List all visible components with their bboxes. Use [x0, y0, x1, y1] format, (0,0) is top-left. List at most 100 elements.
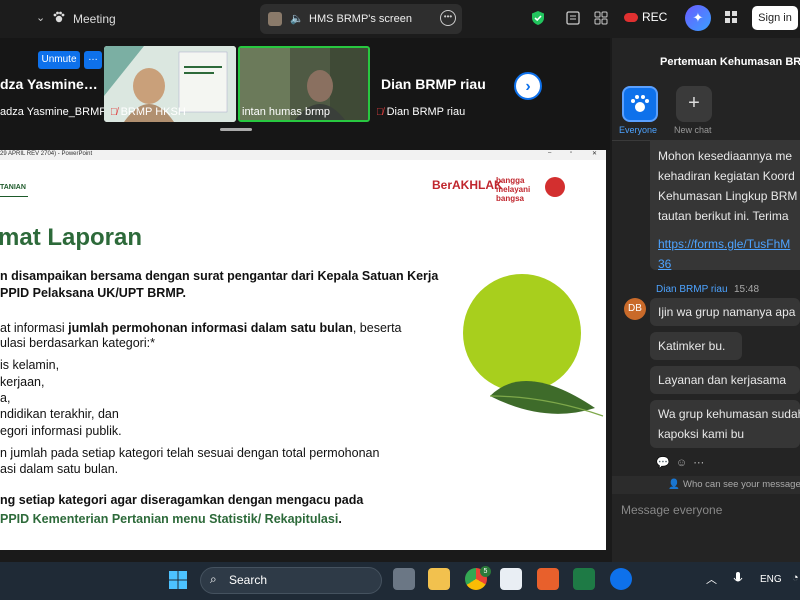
everyone-label: Everyone	[619, 125, 658, 135]
chat-message: Wa grup kehumasan sudah kapoksi kami bu	[650, 400, 800, 448]
message-visibility-bar[interactable]: 👤 Who can see your message	[612, 476, 800, 494]
close-icon[interactable]: ✕	[592, 150, 597, 157]
chat-title: Pertemuan Kehumasan BRM	[660, 56, 800, 68]
meeting-label[interactable]: Meeting	[73, 12, 116, 26]
strip-resize-handle[interactable]	[220, 128, 252, 131]
message-placeholder: Message everyone	[621, 503, 723, 517]
new-chat-label: New chat	[674, 125, 712, 135]
message-line: Wa grup kehumasan sudah	[658, 407, 800, 421]
slide-text-line: egori informasi publik.	[0, 424, 122, 438]
paw-icon	[631, 95, 649, 112]
chat-message: Layanan dan kerjasama	[650, 366, 800, 394]
message-actions: 💬 ☺ ⋯	[656, 456, 704, 469]
shield-icon[interactable]	[530, 10, 546, 26]
window-title: 29 APRIL REV 2704) - PowerPoint	[0, 151, 93, 157]
chat-message: Ijin wa grup namanya apa	[650, 298, 800, 326]
slide-text-line: at informasi jumlah permohonan informasi…	[0, 319, 402, 337]
text-span: PPID Kementerian Pertanian menu Statisti…	[0, 512, 339, 526]
speaker-icon: 🔈	[290, 13, 304, 25]
screen-share-label: HMS BRMP's screen	[309, 13, 412, 25]
wifi-icon[interactable]: ◔	[792, 572, 799, 584]
logo-underline	[0, 196, 28, 197]
slide-text-line: ndidikan terakhir, dan	[0, 407, 119, 421]
windows-start-icon[interactable]	[168, 570, 188, 590]
unmute-button[interactable]: Unmute	[38, 51, 80, 69]
more-icon[interactable]: ⋯	[693, 457, 704, 469]
participant-label: 🎙̸ Dian BRMP riau	[376, 106, 465, 118]
slide-text-line: a,	[0, 391, 11, 405]
message-line: Kehumasan Lingkup BRM	[658, 189, 798, 203]
text-span: , beserta	[352, 321, 402, 335]
text-span: .	[338, 512, 342, 526]
chevron-up-icon[interactable]: ︿	[706, 571, 717, 587]
apps-icon[interactable]	[593, 10, 609, 26]
notification-badge: 5	[480, 566, 491, 577]
emblem-icon	[545, 177, 565, 197]
slide-text-line: is kelamin,	[0, 358, 60, 372]
ministry-logo-text: TANIAN	[0, 184, 26, 191]
microphone-icon[interactable]	[733, 572, 743, 586]
slide-text-line: ng setiap kategori agar diseragamkan den…	[0, 493, 364, 507]
recording-indicator[interactable]: REC	[624, 10, 667, 24]
participant-label: 🎙̸ BRMP HKSH	[110, 106, 186, 118]
form-link[interactable]: https://forms.gle/TusFhM	[658, 234, 792, 254]
text-span: jumlah permohonan informasi dalam satu b…	[68, 321, 353, 335]
reply-icon[interactable]: 💬	[656, 457, 670, 469]
participant-label: adza Yasmine_BRMP…	[0, 106, 118, 118]
language-indicator[interactable]: ENG	[760, 574, 782, 585]
tile-more-button[interactable]: …	[84, 51, 102, 69]
screen-share-tab[interactable]: 🔈 HMS BRMP's screen •••	[260, 4, 462, 34]
snipping-tool-icon[interactable]	[500, 568, 522, 590]
notes-icon[interactable]	[565, 10, 581, 26]
participant-name: Dian BRMP riau	[386, 106, 466, 118]
slide-bottom-gap	[0, 550, 610, 562]
everyone-channel-button[interactable]	[622, 86, 658, 122]
slide-text-line: PPID Pelaksana UK/UPT BRMP.	[0, 286, 186, 300]
sign-in-button[interactable]: Sign in	[752, 6, 798, 30]
berakhlak-logo: BerAKHLAK	[432, 178, 503, 192]
slide-text-line: n jumlah pada setiap kategori telah sesu…	[0, 446, 380, 460]
minimize-icon[interactable]: –	[548, 150, 551, 156]
slide-title: mat Laporan	[0, 224, 143, 251]
message-line: kapoksi kami bu	[658, 427, 745, 441]
form-link[interactable]: 36	[658, 254, 792, 270]
taskbar-search[interactable]	[200, 567, 382, 594]
slide-text-line: n disampaikan bersama dengan surat penga…	[0, 269, 439, 283]
chat-message: Katimker bu.	[650, 332, 742, 360]
more-options-icon[interactable]: •••	[440, 10, 456, 26]
message-line: Mohon kesediaannya me	[658, 149, 793, 163]
file-explorer-icon[interactable]	[428, 568, 450, 590]
next-page-button[interactable]: ›	[514, 72, 542, 100]
task-view-icon[interactable]	[393, 568, 415, 590]
rec-label: REC	[642, 10, 668, 24]
grid-view-icon[interactable]	[724, 10, 738, 24]
participant-name: BRMP HKSH	[120, 106, 186, 118]
muted-mic-icon: 🎙̸	[376, 107, 384, 118]
excel-icon[interactable]	[573, 568, 595, 590]
leaf-image	[489, 381, 604, 417]
search-label: Search	[229, 573, 268, 587]
slide-text-line: kerjaan,	[0, 375, 45, 389]
bangga-melayani-logo: bangga melayani bangsa	[496, 176, 531, 203]
emoji-reaction-icon[interactable]: ☺	[676, 457, 687, 469]
chevron-down-icon[interactable]: ⌄	[36, 11, 45, 24]
zoom-icon[interactable]	[610, 568, 632, 590]
shared-slide: TANIAN mat Laporan n disampaikan bersama…	[0, 160, 606, 550]
avatar[interactable]: DB	[624, 298, 646, 320]
message-timestamp: 15:48	[734, 284, 760, 295]
presenter-avatar	[268, 12, 282, 26]
reader-app-icon[interactable]	[537, 568, 559, 590]
new-chat-button[interactable]: +	[676, 86, 712, 122]
slide-text-line: asi dalam satu bulan.	[0, 462, 119, 476]
maximize-icon[interactable]: ▫	[570, 150, 572, 156]
people-icon: 👤	[668, 479, 680, 490]
participant-label: intan humas brmp	[242, 106, 331, 118]
ai-companion-icon[interactable]: ✦	[685, 5, 711, 31]
sender-name[interactable]: Dian BRMP riau	[656, 284, 728, 295]
powerpoint-titlebar: 29 APRIL REV 2704) - PowerPoint – ▫ ✕	[0, 150, 606, 160]
paw-icon	[53, 11, 65, 23]
slide-text-line: ulasi berdasarkan kategori:*	[0, 336, 155, 350]
chat-message: Mohon kesediaannya me kehadiran kegiatan…	[650, 140, 800, 270]
message-line: kehadiran kegiatan Koord	[658, 169, 795, 183]
message-line: tautan berikut ini. Terima	[658, 209, 789, 223]
